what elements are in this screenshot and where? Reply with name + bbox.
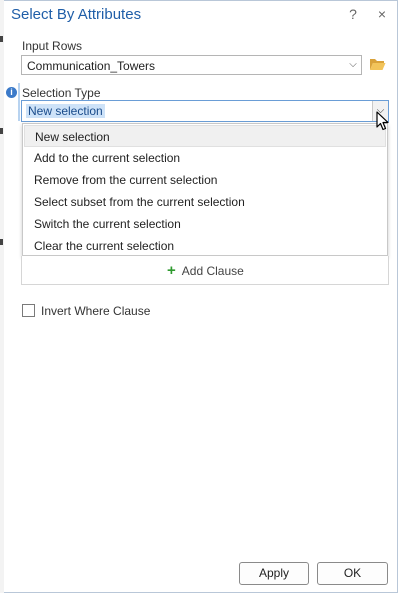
input-rows-combo[interactable]: Communication_Towers ⌵	[21, 55, 362, 75]
active-field-marker	[18, 83, 20, 121]
input-rows-label: Input Rows	[22, 39, 83, 53]
help-button[interactable]: ?	[343, 4, 363, 24]
edge-mark	[0, 128, 3, 134]
apply-button[interactable]: Apply	[239, 562, 309, 585]
info-icon[interactable]: i	[6, 87, 17, 98]
edge-mark	[0, 239, 3, 245]
ok-button[interactable]: OK	[317, 562, 388, 585]
selection-type-label: Selection Type	[22, 86, 101, 100]
option-new-selection[interactable]: New selection	[24, 125, 386, 147]
invert-where-clause-label: Invert Where Clause	[41, 304, 151, 318]
chevron-down-icon[interactable]: ⌵	[345, 56, 361, 74]
folder-open-icon[interactable]	[369, 57, 386, 71]
option-clear-selection[interactable]: Clear the current selection	[24, 235, 386, 257]
close-button[interactable]: ×	[372, 4, 392, 24]
selection-type-dropdown: New selection Add to the current selecti…	[22, 123, 388, 256]
option-select-subset[interactable]: Select subset from the current selection	[24, 191, 386, 213]
option-remove-from-selection[interactable]: Remove from the current selection	[24, 169, 386, 191]
add-clause-label: Add Clause	[181, 264, 244, 278]
title-bar: Select By Attributes ? ×	[0, 0, 398, 28]
mouse-pointer-icon	[376, 111, 389, 131]
dialog-title: Select By Attributes	[11, 6, 142, 23]
plus-icon: +	[167, 262, 176, 279]
add-clause-button[interactable]: + Add Clause	[21, 256, 389, 285]
input-rows-value: Communication_Towers	[27, 59, 156, 73]
selection-type-combo[interactable]: New selection ⌵	[21, 100, 389, 122]
invert-where-clause-checkbox[interactable]	[22, 304, 35, 317]
edge-mark	[0, 36, 3, 42]
option-add-to-selection[interactable]: Add to the current selection	[24, 147, 386, 169]
option-switch-selection[interactable]: Switch the current selection	[24, 213, 386, 235]
selection-type-value: New selection	[26, 104, 105, 118]
left-pane-edge	[0, 0, 4, 593]
